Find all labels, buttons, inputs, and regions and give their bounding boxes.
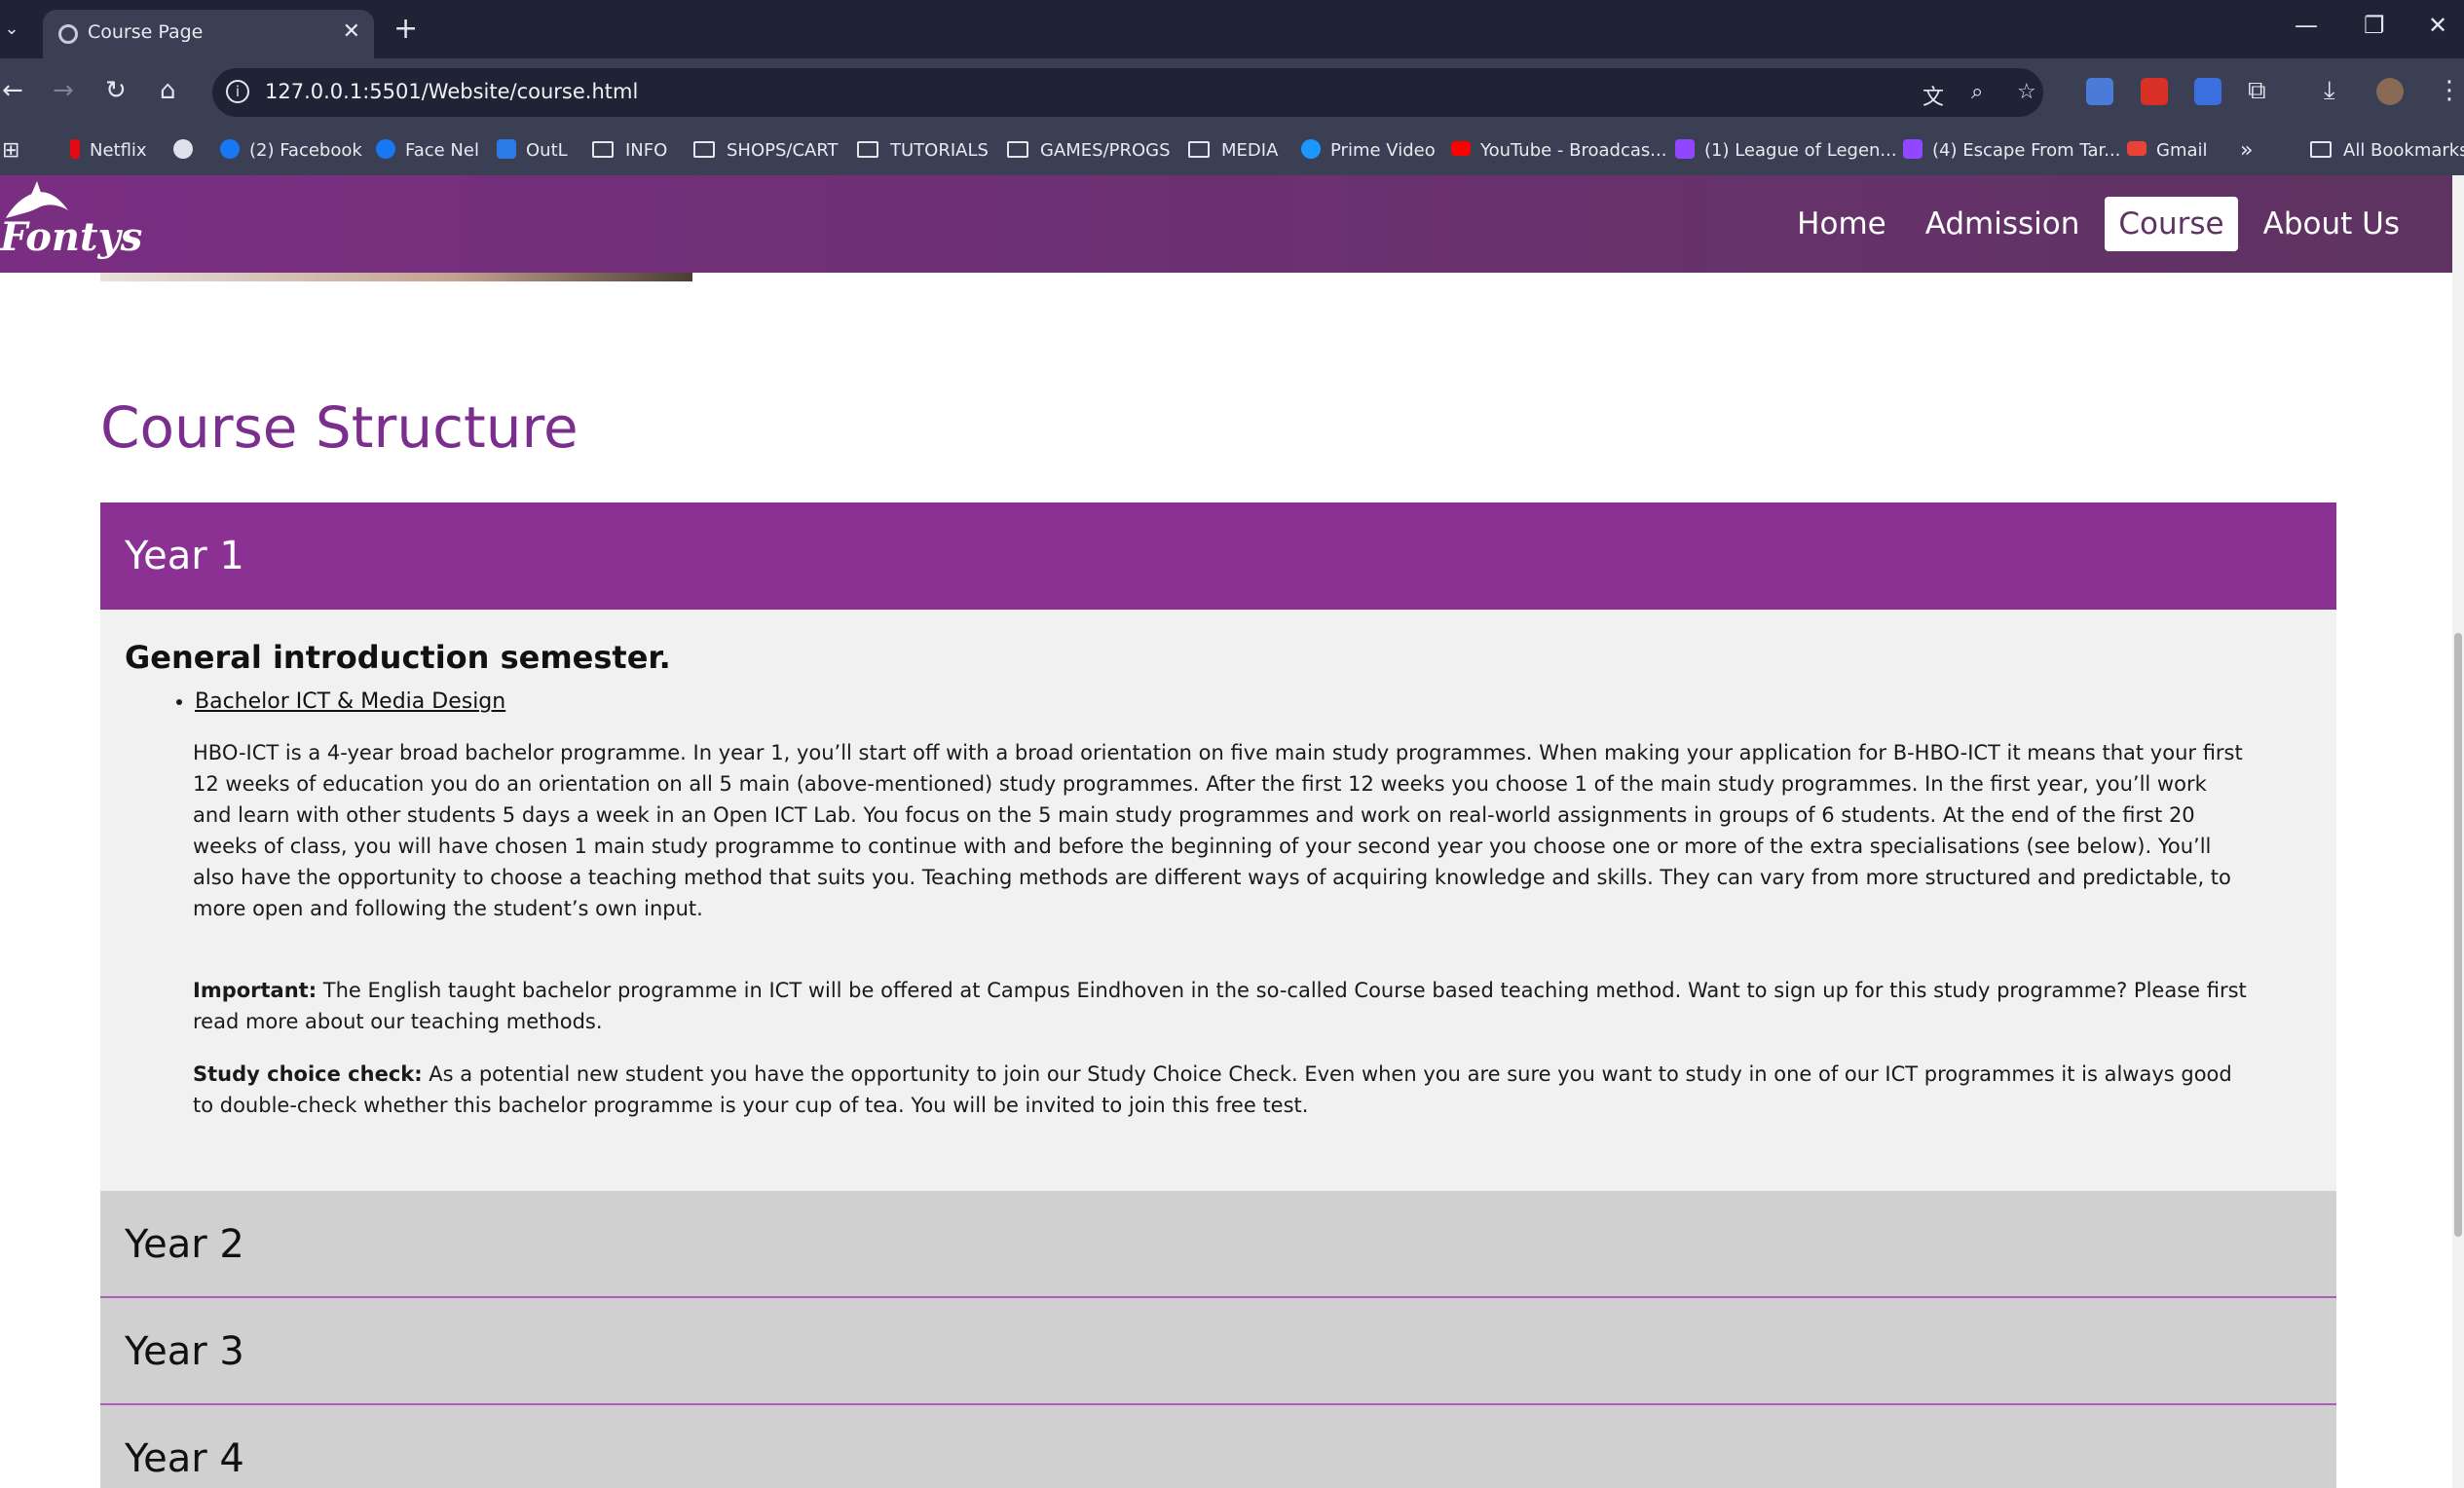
- site-info-icon[interactable]: i: [226, 80, 249, 103]
- restore-icon[interactable]: ❐: [2364, 12, 2385, 39]
- bookmarks-overflow-icon[interactable]: »: [2240, 127, 2253, 175]
- accordion-year-1-body: General introduction semester. Bachelor …: [100, 610, 2336, 1191]
- download-icon[interactable]: ⤓: [2324, 76, 2335, 105]
- course-accordion: Year 1 General introduction semester. Ba…: [100, 502, 2336, 1488]
- accordion-year-4[interactable]: Year 4: [100, 1405, 2336, 1488]
- facebook-icon: [376, 139, 395, 159]
- bookmark-outl[interactable]: OutL: [497, 127, 568, 175]
- bachelor-ict-media-design-link[interactable]: Bachelor ICT & Media Design: [195, 689, 505, 714]
- facebook-icon: [220, 139, 240, 159]
- nav-about-us[interactable]: About Us: [2250, 197, 2413, 251]
- browser-toolbar: ← → ↻ ⌂ i 127.0.0.1:5501/Website/course.…: [0, 58, 2464, 127]
- bookmark-youtube[interactable]: YouTube - Broadcas...: [1451, 127, 1666, 175]
- shield-extension-icon[interactable]: [2194, 78, 2221, 105]
- nav-links: Home Admission Course About Us: [1783, 197, 2413, 251]
- folder-icon: [857, 140, 878, 158]
- fontys-logo[interactable]: Fontys: [0, 181, 142, 269]
- page-scrollbar[interactable]: [2452, 175, 2464, 1488]
- all-bookmarks[interactable]: All Bookmarks: [2310, 127, 2464, 175]
- browser-tab-active[interactable]: Course Page ✕: [43, 10, 374, 58]
- important-note: Important: The English taught bachelor p…: [193, 975, 2249, 1037]
- menu-kebab-icon[interactable]: ⋮: [2437, 76, 2462, 105]
- study-choice-label: Study choice check:: [193, 1062, 423, 1086]
- study-choice-note: Study choice check: As a potential new s…: [193, 1059, 2249, 1121]
- window-close-icon[interactable]: ✕: [2428, 12, 2447, 39]
- apps-grid-icon[interactable]: ⊞: [2, 127, 19, 175]
- extensions-puzzle-icon[interactable]: ⧉: [2248, 76, 2266, 105]
- year1-description: HBO-ICT is a 4-year broad bachelor progr…: [193, 741, 2243, 920]
- tab-title: Course Page: [88, 21, 204, 43]
- important-label: Important:: [193, 979, 317, 1002]
- bookmark-gmail[interactable]: Gmail: [2127, 127, 2208, 175]
- minimize-icon[interactable]: —: [2295, 12, 2318, 39]
- bookmarks-bar: ⊞ Netflix (2) Facebook Face Nel OutL INF…: [0, 127, 2464, 175]
- scrollbar-thumb[interactable]: [2454, 633, 2462, 1237]
- site-navbar: Fontys Home Admission Course About Us: [0, 175, 2452, 273]
- bookmark-league[interactable]: (1) League of Legen...: [1675, 127, 1897, 175]
- bookmark-face-nel[interactable]: Face Nel: [376, 127, 479, 175]
- nav-home[interactable]: Home: [1783, 197, 1900, 251]
- globe-icon: [58, 24, 78, 44]
- mail-icon: [497, 139, 516, 159]
- bookmark-folder-info[interactable]: INFO: [592, 127, 667, 175]
- twitch-icon: [1675, 139, 1695, 159]
- folder-icon: [693, 140, 715, 158]
- bookmark-folder-media[interactable]: MEDIA: [1188, 127, 1278, 175]
- bookmark-prime-video[interactable]: Prime Video: [1301, 127, 1436, 175]
- netflix-icon: [70, 139, 80, 159]
- new-tab-icon[interactable]: +: [393, 12, 418, 46]
- accordion-year-3[interactable]: Year 3: [100, 1298, 2336, 1405]
- folder-icon: [592, 140, 614, 158]
- forward-icon[interactable]: →: [53, 76, 74, 105]
- accordion-year-1[interactable]: Year 1: [100, 502, 2336, 610]
- year1-link-list: Bachelor ICT & Media Design: [195, 689, 2249, 714]
- list-item: Bachelor ICT & Media Design: [195, 689, 2249, 714]
- url-text: 127.0.0.1:5501/Website/course.html: [265, 80, 639, 103]
- translate-icon[interactable]: 文: [1923, 80, 1944, 111]
- reload-icon[interactable]: ↻: [105, 76, 127, 105]
- bookmark-escape[interactable]: (4) Escape From Tar...: [1903, 127, 2120, 175]
- bookmark-netflix[interactable]: Netflix: [70, 127, 147, 175]
- address-bar[interactable]: i 127.0.0.1:5501/Website/course.html 文 ⌕…: [212, 68, 2043, 117]
- pdf-extension-icon[interactable]: [2141, 78, 2168, 105]
- logo-text: Fontys: [0, 214, 143, 260]
- youtube-icon: [1451, 140, 1471, 156]
- nav-course[interactable]: Course: [2105, 197, 2238, 251]
- tab-search-chevron-icon[interactable]: ⌄: [0, 14, 23, 45]
- bookmark-facebook[interactable]: (2) Facebook: [220, 127, 362, 175]
- page-viewport: Fontys Home Admission Course About Us Co…: [0, 175, 2464, 1488]
- twitch-icon: [1903, 139, 1923, 159]
- bookmark-folder-games[interactable]: GAMES/PROGS: [1007, 127, 1171, 175]
- important-text: The English taught bachelor programme in…: [193, 979, 2247, 1033]
- translate-extension-icon[interactable]: [2086, 78, 2113, 105]
- folder-icon: [2310, 140, 2332, 158]
- profile-avatar[interactable]: [2376, 78, 2404, 105]
- home-icon[interactable]: ⌂: [160, 76, 176, 105]
- bookmark-star-icon[interactable]: ☆: [2017, 80, 2036, 104]
- prime-video-icon: [1301, 139, 1321, 159]
- nav-admission[interactable]: Admission: [1912, 197, 2094, 251]
- hero-image: [100, 273, 692, 281]
- zoom-icon[interactable]: ⌕: [1971, 80, 1983, 104]
- study-choice-text: As a potential new student you have the …: [193, 1062, 2232, 1117]
- page-title: Course Structure: [100, 394, 579, 461]
- close-tab-icon[interactable]: ✕: [343, 19, 360, 44]
- bookmark-globe[interactable]: [173, 127, 203, 175]
- accordion-year-2[interactable]: Year 2: [100, 1191, 2336, 1298]
- folder-icon: [1007, 140, 1028, 158]
- browser-tabstrip: ⌄ Course Page ✕ + — ❐ ✕: [0, 0, 2464, 58]
- year1-subheading: General introduction semester.: [125, 639, 671, 676]
- folder-icon: [1188, 140, 1210, 158]
- back-icon[interactable]: ←: [2, 76, 23, 105]
- bookmark-folder-shops[interactable]: SHOPS/CART: [693, 127, 839, 175]
- globe-icon: [173, 139, 193, 159]
- bookmark-folder-tutorials[interactable]: TUTORIALS: [857, 127, 989, 175]
- gmail-icon: [2127, 140, 2147, 156]
